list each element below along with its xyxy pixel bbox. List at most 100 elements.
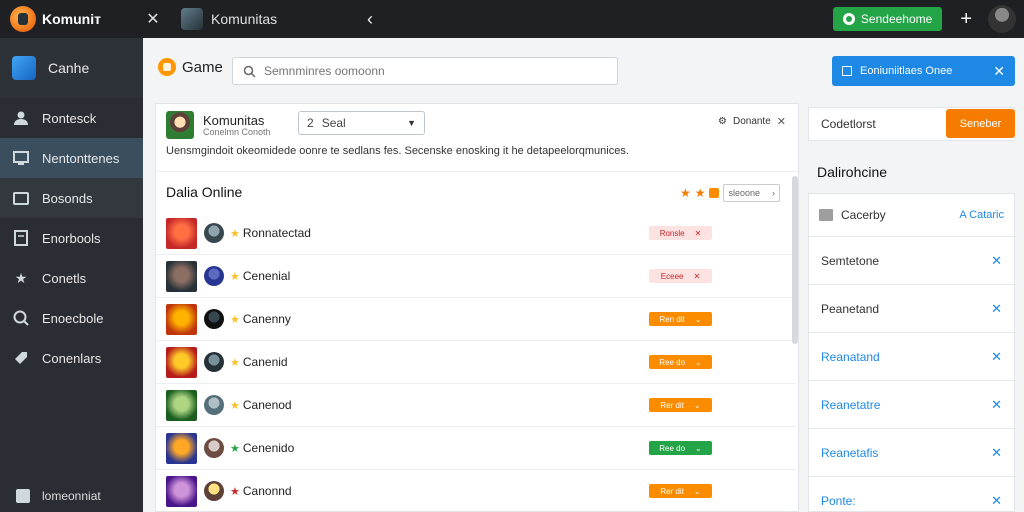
sidebar-item-profile[interactable]: Rontesck <box>0 98 143 138</box>
brand[interactable]: Komuniт <box>0 0 143 38</box>
list-title: Dalia Online <box>166 184 243 200</box>
status-badge[interactable]: Rer dit ⌄ <box>649 484 712 498</box>
star-icon[interactable]: ★ <box>230 485 240 498</box>
chevron-down-icon: ⌄ <box>693 400 701 410</box>
list-item[interactable]: ★ Canenod Rer dit ⌄ <box>156 384 796 427</box>
donate-area[interactable]: ⚙ Donante ✕ <box>718 115 786 128</box>
search-input[interactable] <box>264 64 584 78</box>
community-select[interactable]: 2 Seal ▼ <box>298 111 425 135</box>
remove-icon[interactable]: ✕ <box>991 493 1002 509</box>
status-badge[interactable]: Eceee ✕ <box>649 269 712 283</box>
remove-icon[interactable]: ✕ <box>991 445 1002 461</box>
online-banner-label: Eoniuniitlaes Onee <box>860 65 953 77</box>
list-item[interactable]: Reanetafis ✕ <box>809 429 1014 477</box>
list-item[interactable]: Reanetatre ✕ <box>809 381 1014 429</box>
avatar[interactable] <box>204 309 224 329</box>
filter-icon[interactable] <box>709 188 720 198</box>
list-item[interactable]: Reanatand ✕ <box>809 333 1014 381</box>
sort-select[interactable]: sleoone › <box>723 184 780 202</box>
category-link[interactable]: A Cataric <box>959 209 1004 221</box>
avatar[interactable] <box>204 481 224 501</box>
close-icon[interactable]: ✕ <box>777 115 786 128</box>
sidebar-item-tags[interactable]: Conenlars <box>0 338 143 378</box>
orange-button[interactable]: Seneber <box>946 109 1015 138</box>
game-thumbnail[interactable] <box>166 432 197 464</box>
search-bar[interactable] <box>232 57 618 85</box>
remove-icon[interactable]: ✕ <box>991 253 1002 269</box>
list-item-name[interactable]: Canonnd <box>243 484 292 498</box>
status-badge[interactable]: Ree do ⌄ <box>649 441 712 455</box>
user-avatar[interactable] <box>988 5 1016 33</box>
list-item-label[interactable]: Reanetatre <box>821 398 880 412</box>
list-item-name[interactable]: Canenny <box>243 312 291 326</box>
star-icon[interactable]: ★ <box>230 356 240 369</box>
status-badge[interactable]: Rer dit ⌄ <box>649 398 712 412</box>
sidebar-item-chat[interactable]: Enoecbole <box>0 298 143 338</box>
community-avatar[interactable] <box>166 111 194 139</box>
close-icon[interactable]: ✕ <box>143 9 163 29</box>
community-name[interactable]: Komunitas <box>203 113 264 128</box>
list-item[interactable]: Semtetone ✕ <box>809 237 1014 285</box>
list-item-label[interactable]: Ponte: <box>821 494 856 508</box>
star-icon[interactable]: ★ <box>680 186 691 200</box>
chat-icon <box>12 309 30 327</box>
window-title: Komunitas <box>211 11 278 27</box>
right-panel: Cacerby A Cataric Semtetone ✕ Peanetand ✕ Re… <box>808 193 1015 512</box>
list-item[interactable]: Peanetand ✕ <box>809 285 1014 333</box>
close-banner-icon[interactable]: ✕ <box>993 63 1005 80</box>
list-item-name[interactable]: Canenid <box>243 355 288 369</box>
list-item-label[interactable]: Reanetafis <box>821 446 878 460</box>
sidebar-item-game[interactable]: Canhe <box>0 38 143 98</box>
star-icon[interactable]: ★ <box>230 270 240 283</box>
game-thumbnail[interactable] <box>166 260 197 292</box>
sidebar-item-favorites[interactable]: ★ Conetls <box>0 258 143 298</box>
list-item-name[interactable]: Ronnatectad <box>243 226 311 240</box>
list-item[interactable]: Ponte: ✕ <box>809 477 1014 512</box>
list-item-name[interactable]: Cenenial <box>243 269 290 283</box>
star-icon[interactable]: ★ <box>230 442 240 455</box>
back-icon[interactable]: ‹ <box>367 9 373 30</box>
star-icon[interactable]: ★ <box>230 313 240 326</box>
sidebar-item-monitor[interactable]: Nentonttenes <box>0 138 143 178</box>
sidebar-item-label: Bosonds <box>42 190 93 206</box>
right-panel-list: Semtetone ✕ Peanetand ✕ Reanatand ✕ Reanetatre… <box>809 237 1014 512</box>
status-badge[interactable]: Ren dit ⌄ <box>649 312 712 326</box>
online-banner[interactable]: Eoniuniitlaes Onee ✕ <box>832 56 1015 86</box>
game-thumbnail[interactable] <box>166 475 197 507</box>
remove-icon[interactable]: ✕ <box>991 349 1002 365</box>
list-item[interactable]: ★ Cenenido Ree do ⌄ <box>156 427 796 470</box>
star-icon[interactable]: ★ <box>230 399 240 412</box>
game-thumbnail[interactable] <box>166 389 197 421</box>
list-item-label[interactable]: Peanetand <box>821 302 879 316</box>
avatar[interactable] <box>204 266 224 286</box>
remove-icon[interactable]: ✕ <box>991 301 1002 317</box>
star-icon[interactable]: ★ <box>695 186 706 200</box>
avatar[interactable] <box>204 352 224 372</box>
list-item[interactable]: ★ Canenid Ree do ⌄ <box>156 341 796 384</box>
top-green-button[interactable]: Sendeehome <box>832 7 943 31</box>
list-item[interactable]: ★ Ronnatectad Ronsle ✕ <box>156 212 796 255</box>
avatar[interactable] <box>204 395 224 415</box>
sidebar-item-folder[interactable]: Bosonds <box>0 178 143 218</box>
scrollbar[interactable] <box>792 176 798 344</box>
list-item[interactable]: ★ Cenenial Eceee ✕ <box>156 255 796 298</box>
game-thumbnail[interactable] <box>166 303 197 335</box>
list-item-label[interactable]: Reanatand <box>821 350 880 364</box>
remove-icon[interactable]: ✕ <box>991 397 1002 413</box>
list-item-name[interactable]: Canenod <box>243 398 292 412</box>
sidebar-bottom-item[interactable]: lomeonniat <box>0 480 143 512</box>
avatar[interactable] <box>204 438 224 458</box>
list-item-name[interactable]: Cenenido <box>243 441 294 455</box>
status-badge[interactable]: Ree do ⌄ <box>649 355 712 369</box>
sidebar-item-documents[interactable]: Enorbools <box>0 218 143 258</box>
status-badge[interactable]: Ronsle ✕ <box>649 226 712 240</box>
list-item-label[interactable]: Semtetone <box>821 254 879 268</box>
avatar[interactable] <box>204 223 224 243</box>
right-panel-title: Dalirohcine <box>817 164 888 180</box>
list-item[interactable]: ★ Canonnd Rer dit ⌄ <box>156 470 796 512</box>
star-icon[interactable]: ★ <box>230 227 240 240</box>
plus-icon[interactable]: + <box>960 8 972 31</box>
list-item[interactable]: ★ Canenny Ren dit ⌄ <box>156 298 796 341</box>
game-thumbnail[interactable] <box>166 346 197 378</box>
game-thumbnail[interactable] <box>166 217 197 249</box>
